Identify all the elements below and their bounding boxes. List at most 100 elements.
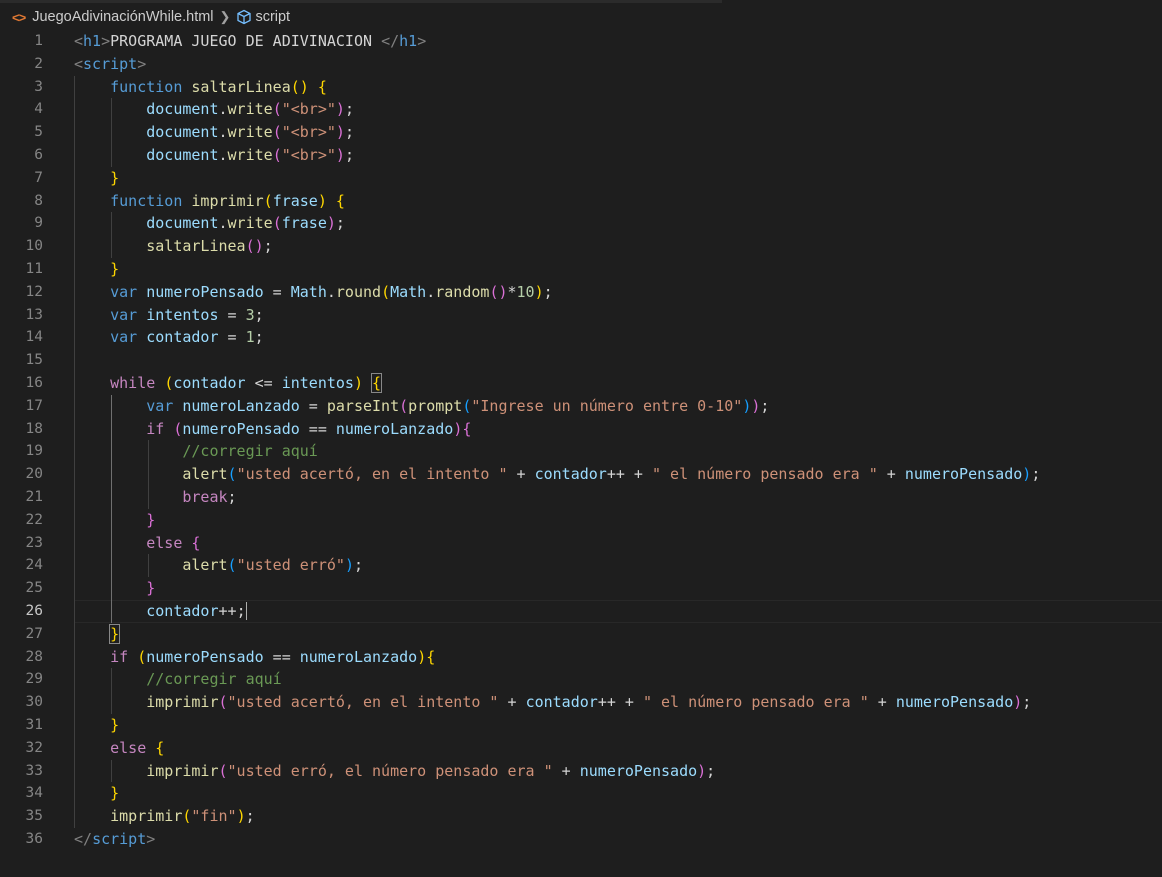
code-line[interactable]: 12 var numeroPensado = Math.round(Math.r… [0,280,1162,304]
code-line[interactable]: 35 imprimir("fin"); [0,805,1162,828]
indent-guide [74,349,75,372]
code-token: ) [344,556,354,575]
code-token: ) [697,761,707,780]
code-line[interactable]: 22 } [0,508,1162,532]
code-token: ; [344,145,354,164]
code-line[interactable]: 36 </script> [0,828,1162,851]
line-number: 36 [25,830,43,847]
code-text: //corregir aquí [74,668,281,691]
line-number: 30 [25,694,43,711]
code-token: { [426,647,436,666]
code-token: numeroLanzado [335,419,454,438]
line-number: 17 [25,397,43,414]
code-line[interactable]: 24 alert("usted erró"); [0,554,1162,578]
code-line[interactable]: 7 } [0,166,1162,190]
code-line[interactable]: 23 else { [0,531,1162,555]
code-line[interactable]: 21 break; [0,485,1162,509]
code-line[interactable]: 4 document.write("<br>"); [0,98,1162,122]
code-token: } [146,510,156,529]
code-text: } [74,714,119,737]
code-line[interactable]: 13 var intentos = 3; [0,303,1162,327]
line-number: 29 [25,671,43,688]
code-token: . [426,282,436,301]
code-line[interactable]: 19 //corregir aquí [0,440,1162,464]
code-line[interactable]: 27 } [0,622,1162,646]
code-token: document [146,214,219,233]
code-token: h1 [399,32,418,50]
code-line[interactable]: 17 var numeroLanzado = parseInt(prompt("… [0,394,1162,418]
code-line[interactable]: 1 <h1>PROGRAMA JUEGO DE ADIVINACION </h1> [0,30,1162,53]
code-text: document.write("<br>"); [74,144,354,167]
code-text: } [74,258,119,281]
code-token: . [218,100,228,119]
code-text: } [74,167,119,190]
code-token: { [191,533,201,552]
code-editor[interactable]: 1 <h1>PROGRAMA JUEGO DE ADIVINACION </h1>… [0,30,1162,851]
code-token: intentos [146,305,219,324]
code-token: alert [182,465,228,484]
code-text: document.write("<br>"); [74,98,354,121]
code-text: } [74,623,121,646]
code-line[interactable]: 10 saltarLinea(); [0,235,1162,258]
code-line[interactable]: 33 imprimir("usted erró, el número pensa… [0,759,1162,783]
code-token: ) [317,191,327,210]
code-line[interactable]: 18 if (numeroPensado == numeroLanzado){ [0,417,1162,441]
code-line[interactable]: 14 var contador = 1; [0,326,1162,350]
breadcrumb-symbol[interactable]: script [255,9,290,25]
code-token: document [146,123,219,142]
code-line[interactable]: 16 while (contador <= intentos) { [0,371,1162,395]
code-line[interactable]: 3 function saltarLinea() { [0,75,1162,99]
code-token: 1 [245,328,255,347]
code-token: round [335,282,382,301]
code-line[interactable]: 20 alert("usted acertó, en el intento " … [0,463,1162,486]
code-line[interactable]: 6 document.write("<br>"); [0,143,1162,167]
code-line[interactable]: 5 document.write("<br>"); [0,121,1162,144]
line-number: 6 [34,146,43,163]
code-line[interactable]: 2 <script> [0,53,1162,76]
code-text: saltarLinea(); [74,235,272,258]
code-token: alert [182,556,228,575]
breadcrumb-file[interactable]: JuegoAdivinaciónWhile.html [32,9,213,25]
code-token: "<br>" [281,123,336,142]
code-line[interactable]: 31 } [0,713,1162,737]
code-token: ( [164,373,174,392]
code-token: ) [335,100,345,119]
code-line[interactable]: 28 if (numeroPensado == numeroLanzado){ [0,645,1162,669]
code-text: imprimir("usted acertó, en el intento " … [74,691,1031,714]
code-token: + [868,693,896,712]
code-token: script [92,829,147,848]
code-token: imprimir [146,693,219,712]
code-token: + [507,465,535,484]
code-line[interactable]: 26 contador++; [0,599,1162,623]
code-text: var intentos = 3; [74,304,264,327]
code-line[interactable]: 8 function imprimir(frase) { [0,189,1162,213]
code-line[interactable]: 32 else { [0,736,1162,760]
code-line[interactable]: 29 //corregir aquí [0,668,1162,692]
code-line[interactable]: 15 [0,349,1162,372]
line-number: 33 [25,762,43,779]
code-text: else { [74,532,200,555]
code-token: ( [399,396,409,415]
code-line[interactable]: 25 } [0,577,1162,600]
code-token: numeroPensado [895,693,1014,712]
code-token: () [290,77,309,96]
code-token: imprimir [110,807,183,826]
code-line[interactable]: 34 } [0,782,1162,806]
code-token: ( [227,556,237,575]
code-line[interactable]: 11 } [0,257,1162,281]
code-token: = [263,282,291,301]
code-token: } [109,623,121,644]
code-token: Math [390,282,427,301]
code-token: write [227,214,273,233]
code-token: "usted erró, el número pensado era " [227,761,553,780]
code-line[interactable]: 9 document.write(frase); [0,212,1162,236]
code-line[interactable]: 30 imprimir("usted acertó, en el intento… [0,691,1162,714]
code-token: ( [272,123,282,142]
code-text: break; [74,486,236,509]
